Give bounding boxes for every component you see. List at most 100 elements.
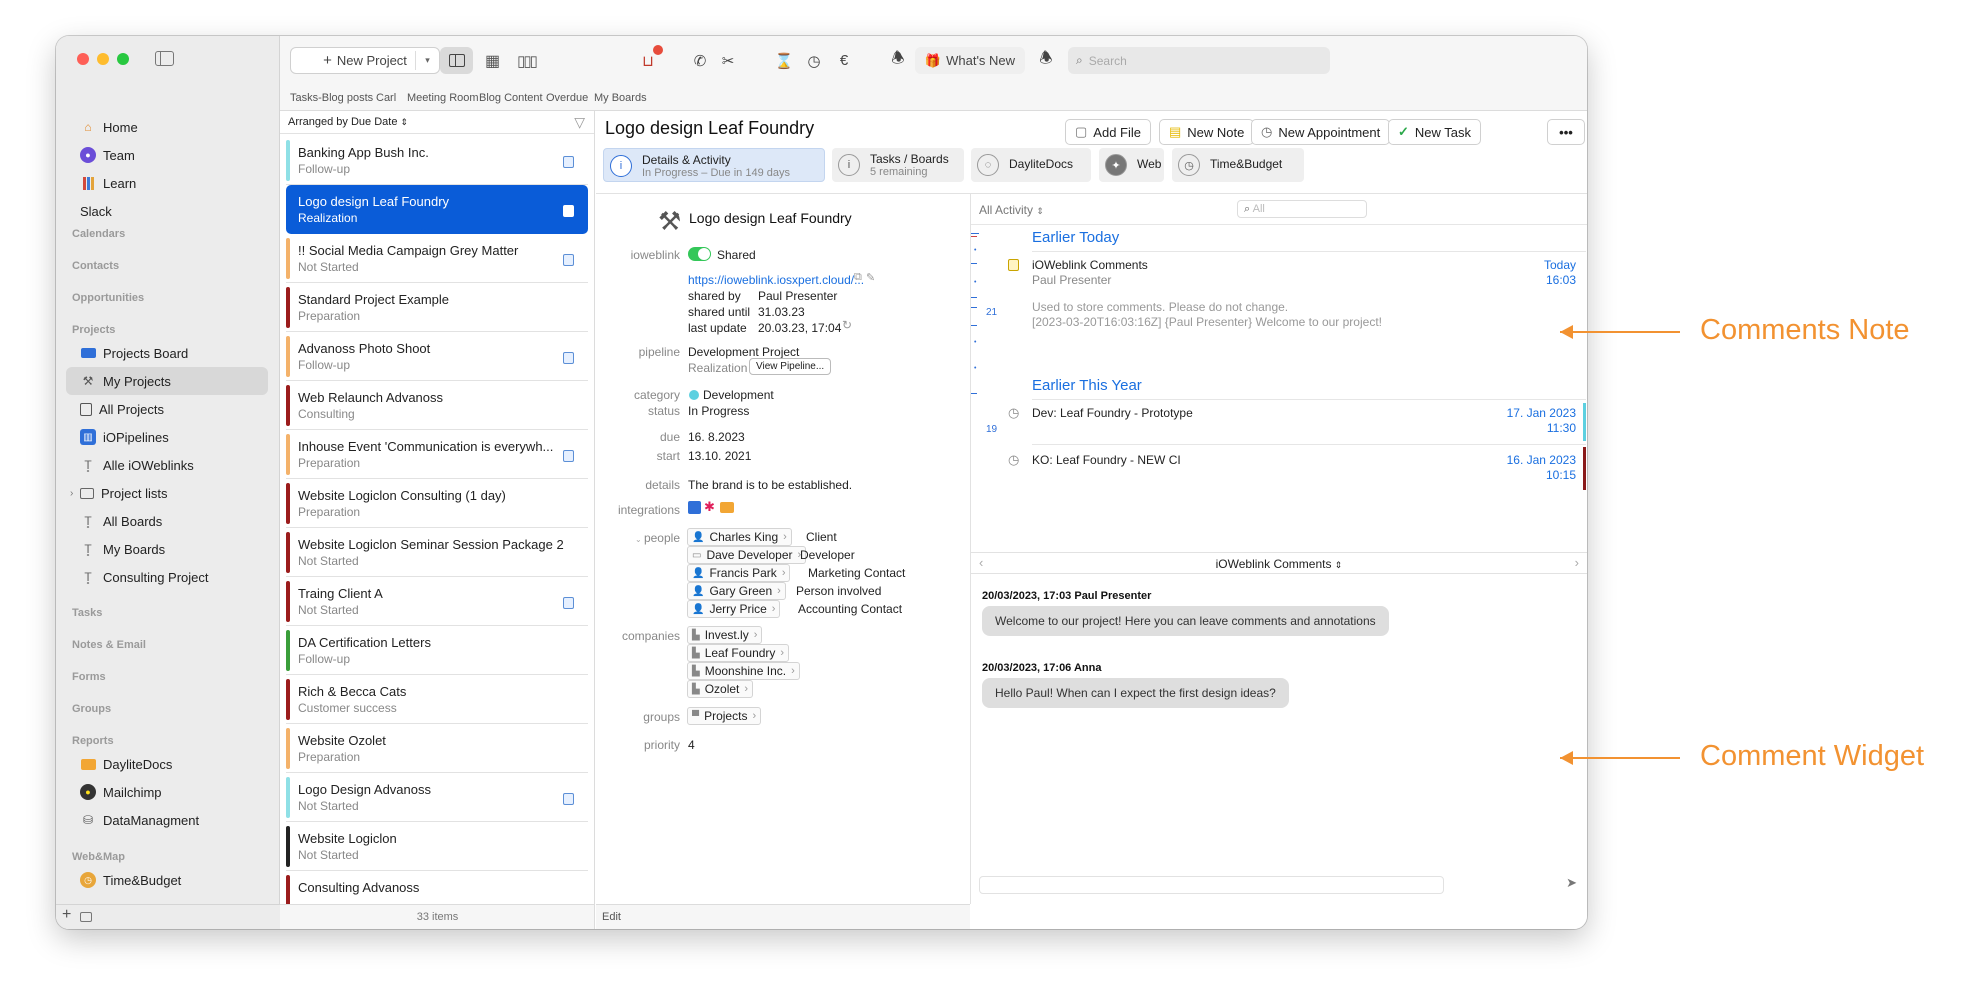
add-icon[interactable]: +: [62, 906, 71, 924]
list-item[interactable]: Website Logiclon Consulting (1 day) Prepa…: [286, 479, 588, 528]
tab-daylitedocs[interactable]: ◌ DayliteDocs: [971, 148, 1091, 182]
sidebar-item-my-projects[interactable]: ⚒ My Projects: [66, 367, 268, 395]
new-task-button[interactable]: ✓ New Task: [1388, 119, 1482, 145]
iopipelines-icon[interactable]: [688, 501, 701, 514]
pencil-icon[interactable]: ✎: [866, 271, 875, 284]
section-projects[interactable]: Projects: [72, 324, 115, 336]
favorite-item[interactable]: Meeting Room: [407, 92, 479, 104]
notifications-button[interactable]: 🕭: [1034, 47, 1058, 74]
more-button[interactable]: •••: [1547, 119, 1585, 145]
list-item[interactable]: Traing Client A Not Started: [286, 577, 588, 626]
board-view-button[interactable]: ▯▯▯: [510, 47, 543, 74]
new-project-button[interactable]: + New Project ▾: [290, 47, 440, 74]
person-token[interactable]: 👤 Francis Park ›: [687, 564, 791, 582]
sort-dropdown[interactable]: Arranged by Due Date ⇕: [288, 116, 408, 128]
favorite-item[interactable]: Carl: [376, 92, 396, 104]
shared-toggle[interactable]: [688, 247, 711, 261]
sidebar-item-my-boards[interactable]: T̥ My Boards: [66, 535, 268, 563]
close-window-button[interactable]: [77, 53, 89, 65]
section-reports[interactable]: Reports: [72, 735, 114, 747]
person-token[interactable]: 👤 Charles King ›: [687, 528, 792, 546]
chevron-down-icon[interactable]: ▾: [415, 51, 439, 70]
sidebar-item-all-boards[interactable]: T̥ All Boards: [66, 507, 268, 535]
activity-search-input[interactable]: ⌕ All: [1237, 200, 1367, 218]
favorite-item[interactable]: My Boards: [594, 92, 647, 104]
comments-title-dropdown[interactable]: iOWeblink Comments ⇕: [971, 557, 1587, 571]
list-item[interactable]: Standard Project Example Preparation: [286, 283, 588, 332]
call-button[interactable]: ✆: [688, 47, 712, 74]
person-token[interactable]: 👤 Jerry Price ›: [687, 600, 781, 618]
activity-filter-dropdown[interactable]: All Activity ⇕: [979, 203, 1044, 217]
whats-new-button[interactable]: 🎁 What's New: [915, 47, 1025, 74]
company-token[interactable]: ▙ Ozolet ›: [687, 680, 754, 698]
disclosure-icon[interactable]: ⌄: [635, 535, 644, 544]
currency-button[interactable]: €: [832, 47, 856, 74]
list-item[interactable]: Website Ozolet Preparation: [286, 724, 588, 773]
sidebar-item-alle-ioweblinks[interactable]: T̥ Alle iOWeblinks: [66, 451, 268, 479]
slack-icon[interactable]: ✱: [704, 499, 715, 515]
company-token[interactable]: ▙ Invest.ly ›: [687, 626, 763, 644]
section-webmap[interactable]: Web&Map: [72, 851, 125, 863]
appointment-item[interactable]: ◷ KO: Leaf Foundry - NEW CI 16. Jan 2023…: [1008, 447, 1586, 490]
section-tasks[interactable]: Tasks: [72, 607, 102, 619]
inbox-button[interactable]: ⊔: [636, 45, 663, 74]
sidebar-item-team[interactable]: ● Team: [66, 141, 268, 169]
favorite-item[interactable]: Tasks-Blog posts: [290, 92, 373, 104]
new-appointment-button[interactable]: ◷ New Appointment: [1251, 119, 1391, 145]
favorite-item[interactable]: Blog Content: [479, 92, 543, 104]
sidebar-item-datamanagment[interactable]: ⛁ DataManagment: [66, 806, 268, 834]
refresh-icon[interactable]: ↻: [842, 318, 852, 332]
list-item[interactable]: Website Logiclon Seminar Session Package…: [286, 528, 588, 577]
tab-time-budget[interactable]: ◷ Time&Budget: [1172, 148, 1304, 182]
company-token[interactable]: ▙ Leaf Foundry ›: [687, 644, 790, 662]
sidebar-item-timebudget[interactable]: ◷ Time&Budget: [66, 866, 268, 894]
reminder-button[interactable]: 🕭: [886, 47, 910, 74]
minimize-window-button[interactable]: [97, 53, 109, 65]
add-file-button[interactable]: ▢ Add File: [1065, 119, 1151, 145]
sidebar-item-slack[interactable]: Slack: [66, 197, 268, 225]
appointment-item[interactable]: ◷ Dev: Leaf Foundry - Prototype 17. Jan …: [1008, 403, 1586, 441]
section-contacts[interactable]: Contacts: [72, 260, 119, 272]
tab-tasks-boards[interactable]: i Tasks / Boards 5 remaining: [832, 148, 964, 182]
table-view-button[interactable]: ▦: [476, 47, 509, 74]
sidebar-item-iopipelines[interactable]: ▥ iOPipelines: [66, 423, 268, 451]
filter-icon[interactable]: ▽: [574, 114, 585, 131]
folder-icon[interactable]: [720, 502, 734, 513]
list-item[interactable]: Advanoss Photo Shoot Follow-up: [286, 332, 588, 381]
scissors-button[interactable]: ✂: [716, 47, 740, 74]
copy-icon[interactable]: ⧉: [854, 271, 862, 284]
split-view-button[interactable]: [440, 47, 473, 74]
sidebar-item-project-lists[interactable]: › Project lists: [66, 479, 268, 507]
edit-button[interactable]: Edit: [602, 911, 621, 923]
new-note-button[interactable]: ▤ New Note: [1159, 119, 1255, 145]
list-item[interactable]: Banking App Bush Inc. Follow-up: [286, 136, 588, 185]
person-token[interactable]: 👤 Gary Green ›: [687, 582, 786, 600]
section-calendars[interactable]: Calendars: [72, 228, 125, 240]
section-groups[interactable]: Groups: [72, 703, 111, 715]
company-token[interactable]: ▙ Moonshine Inc. ›: [687, 662, 800, 680]
sidebar-item-consulting-project[interactable]: T̥ Consulting Project: [66, 563, 268, 591]
list-item[interactable]: Logo design Leaf Foundry Realization: [286, 185, 588, 234]
note-item[interactable]: iOWeblink Comments Paul Presenter Today …: [1008, 257, 1586, 329]
sidebar-item-mailchimp[interactable]: ● Mailchimp: [66, 778, 268, 806]
zoom-window-button[interactable]: [117, 53, 129, 65]
send-icon[interactable]: ➤: [1566, 875, 1577, 891]
timer-button[interactable]: ⌛: [772, 47, 796, 74]
group-token[interactable]: ▀ Projects ›: [687, 707, 762, 725]
list-item[interactable]: !! Social Media Campaign Grey Matter Not …: [286, 234, 588, 283]
calendar-small-icon[interactable]: [80, 912, 92, 922]
section-opportunities[interactable]: Opportunities: [72, 292, 144, 304]
sidebar-toggle-icon[interactable]: [155, 51, 174, 66]
search-input[interactable]: ⌕ Search: [1068, 47, 1330, 74]
person-token[interactable]: ▭ Dave Developer ›: [687, 546, 807, 564]
sidebar-item-learn[interactable]: Learn: [66, 169, 268, 197]
sidebar-item-all-projects[interactable]: All Projects: [66, 395, 268, 423]
tab-web[interactable]: ✦ Web: [1099, 148, 1164, 182]
list-item[interactable]: Web Relaunch Advanoss Consulting: [286, 381, 588, 430]
list-item[interactable]: Logo Design Advanoss Not Started: [286, 773, 588, 822]
comment-input[interactable]: [979, 876, 1444, 894]
list-item[interactable]: Inhouse Event 'Communication is everywh.…: [286, 430, 588, 479]
list-item[interactable]: DA Certification Letters Follow-up: [286, 626, 588, 675]
chevron-right-icon[interactable]: ›: [1575, 555, 1579, 570]
section-notes[interactable]: Notes & Email: [72, 639, 146, 651]
